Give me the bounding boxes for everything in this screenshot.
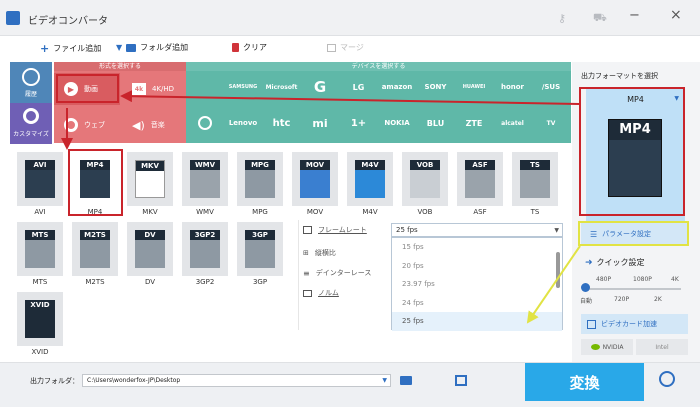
annotation-arrows (61, 90, 581, 324)
